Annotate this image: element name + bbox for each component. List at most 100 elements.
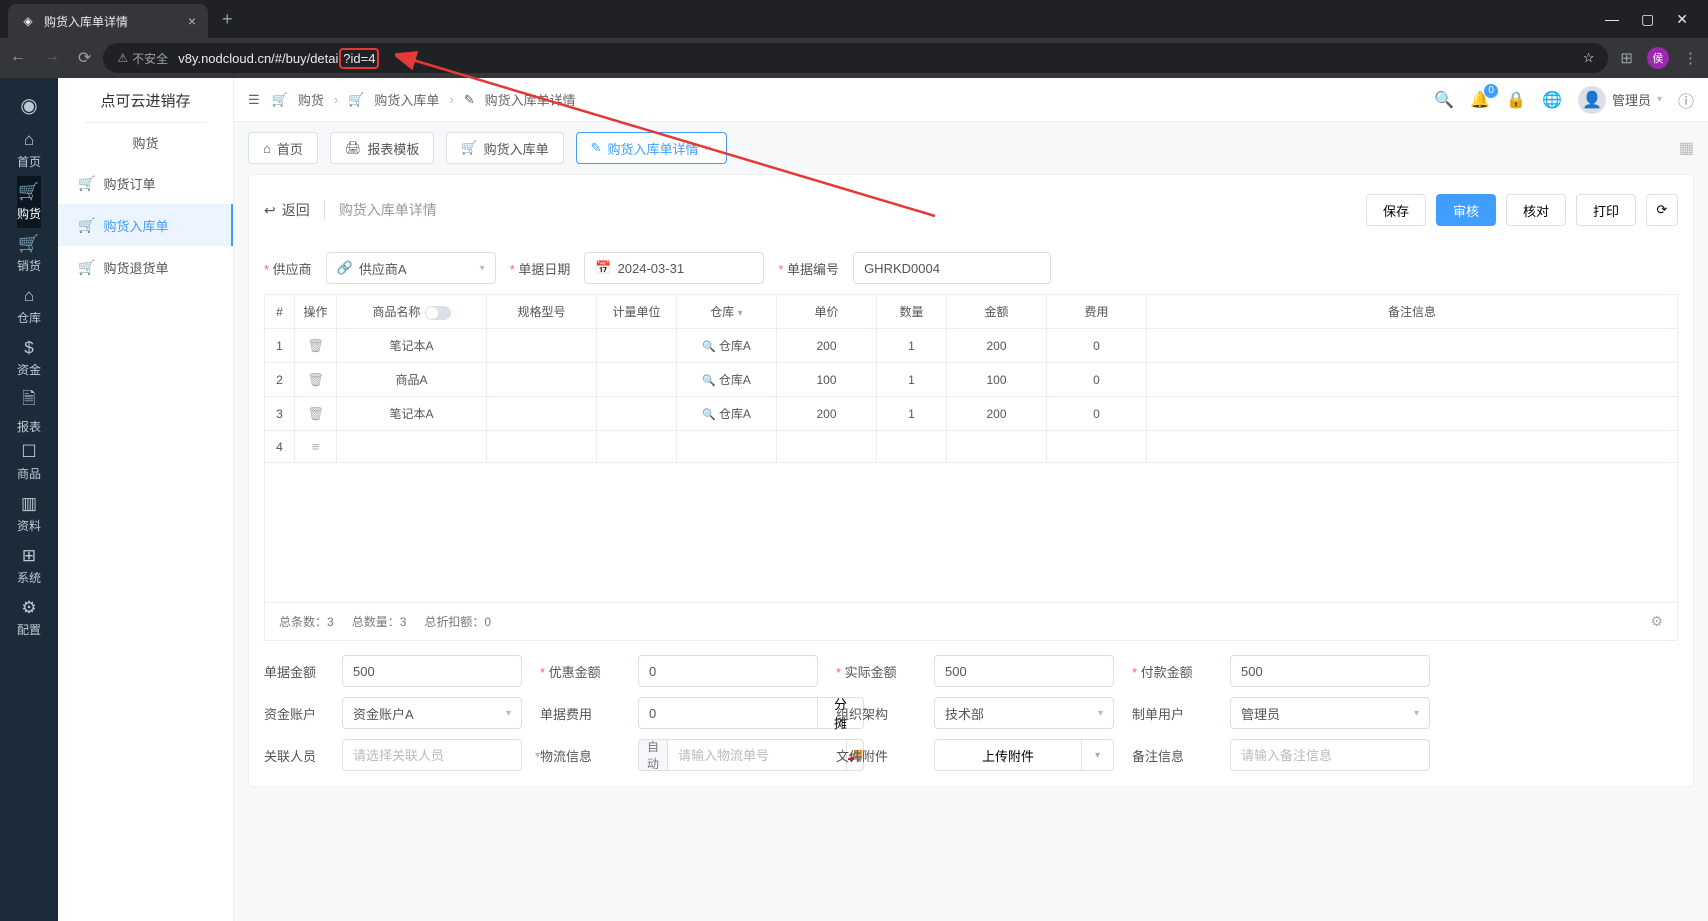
rail-item-5[interactable]: 🗎报表 xyxy=(17,384,41,436)
tab-grid-icon[interactable]: ▦ xyxy=(1679,138,1694,158)
cell-qty[interactable]: 1 xyxy=(877,329,947,363)
rail-item-3[interactable]: ⌂仓库 xyxy=(17,280,41,332)
search-icon[interactable]: 🔍 xyxy=(1434,90,1454,110)
org-select[interactable]: 技术部▾ xyxy=(934,697,1114,729)
rail-item-2[interactable]: 🛒销货 xyxy=(17,228,41,280)
cell-amount[interactable]: 200 xyxy=(947,397,1047,431)
upload-dropdown[interactable]: ▾ xyxy=(1082,739,1114,771)
upload-button[interactable]: 上传附件 xyxy=(934,739,1082,771)
tab-3[interactable]: ✎购货入库单详情× xyxy=(576,132,727,164)
warehouse-cell[interactable]: 🔍仓库A xyxy=(702,339,751,353)
new-tab-button[interactable]: + xyxy=(208,9,247,30)
tab-2[interactable]: 🛒购货入库单 xyxy=(446,132,563,164)
close-icon[interactable]: × xyxy=(705,141,712,155)
cell-unit[interactable] xyxy=(597,397,677,431)
cell-remark[interactable] xyxy=(1147,363,1678,397)
back-button[interactable]: ↩ 返回 xyxy=(264,200,310,220)
side-item-2[interactable]: 🛒购货退货单 xyxy=(58,246,233,288)
close-window-icon[interactable]: ✕ xyxy=(1676,11,1688,28)
rail-item-0[interactable]: ⌂首页 xyxy=(17,124,41,176)
user-menu[interactable]: 👤 管理员 ▾ xyxy=(1578,86,1662,114)
crumb-level1[interactable]: 购货 xyxy=(298,90,324,109)
extensions-icon[interactable]: ⊞ xyxy=(1620,49,1633,67)
lock-icon[interactable]: 🔒 xyxy=(1506,90,1526,110)
tab-0[interactable]: ⌂首页 xyxy=(248,132,318,164)
cell-remark[interactable] xyxy=(1147,431,1678,463)
browser-tab[interactable]: ◈ 购货入库单详情 × xyxy=(8,4,208,38)
cell-unit[interactable] xyxy=(597,431,677,463)
gear-icon[interactable]: ⚙ xyxy=(1650,613,1663,630)
cell-unit[interactable] xyxy=(597,363,677,397)
upload-attachment[interactable]: 上传附件 ▾ xyxy=(934,739,1114,771)
profile-avatar[interactable]: 侯 xyxy=(1647,47,1669,69)
cell-amount[interactable]: 200 xyxy=(947,329,1047,363)
logistics-input[interactable]: 自动 🚚 xyxy=(638,739,818,771)
address-bar[interactable]: ⚠ 不安全 v8y.nodcloud.cn/#/buy/detail?id=4 … xyxy=(103,43,1608,73)
cell-name[interactable]: 笔记本A xyxy=(337,329,487,363)
notifications-button[interactable]: 🔔0 xyxy=(1470,90,1490,110)
check-button[interactable]: 核对 xyxy=(1506,194,1566,226)
side-item-0[interactable]: 🛒购货订单 xyxy=(58,162,233,204)
refresh-button[interactable]: ⟳ xyxy=(1646,194,1678,226)
reload-icon[interactable]: ⟳ xyxy=(78,48,91,68)
fee-input[interactable]: ✎ xyxy=(638,697,818,729)
back-icon[interactable]: ← xyxy=(10,48,26,68)
cell-amount[interactable] xyxy=(947,431,1047,463)
warehouse-cell[interactable]: 🔍仓库A xyxy=(702,373,751,387)
rail-item-9[interactable]: ⚙配置 xyxy=(17,592,41,644)
menu-icon[interactable]: ⋮ xyxy=(1683,49,1698,67)
cell-price[interactable]: 100 xyxy=(777,363,877,397)
supplier-select[interactable]: 🔗 供应商A ▾ xyxy=(326,252,496,284)
col-warehouse[interactable]: 仓库 ▾ xyxy=(677,295,777,329)
cell-spec[interactable] xyxy=(487,363,597,397)
cell-price[interactable]: 200 xyxy=(777,397,877,431)
rail-item-6[interactable]: ☐商品 xyxy=(17,436,41,488)
drag-icon[interactable]: ≡ xyxy=(312,439,320,454)
audit-button[interactable]: 审核 xyxy=(1436,194,1496,226)
cell-name[interactable] xyxy=(337,431,487,463)
cell-spec[interactable] xyxy=(487,329,597,363)
actual-input[interactable] xyxy=(934,655,1114,687)
cell-remark[interactable] xyxy=(1147,329,1678,363)
cell-fee[interactable]: 0 xyxy=(1047,329,1147,363)
cell-fee[interactable]: 0 xyxy=(1047,363,1147,397)
cell-amount[interactable]: 100 xyxy=(947,363,1047,397)
maximize-icon[interactable]: ▢ xyxy=(1641,11,1654,28)
print-button[interactable]: 打印 xyxy=(1576,194,1636,226)
cell-fee[interactable] xyxy=(1047,431,1147,463)
minimize-icon[interactable]: — xyxy=(1605,11,1619,28)
discount-input[interactable] xyxy=(638,655,818,687)
rail-item-1[interactable]: 🛒购货 xyxy=(17,176,41,228)
app-logo-icon[interactable]: ◉ xyxy=(20,86,37,124)
warehouse-cell[interactable]: 🔍仓库A xyxy=(702,407,751,421)
cell-spec[interactable] xyxy=(487,397,597,431)
rail-item-4[interactable]: $资金 xyxy=(17,332,41,384)
date-input[interactable]: 📅 2024-03-31 xyxy=(584,252,764,284)
crumb-level2[interactable]: 购货入库单 xyxy=(374,90,439,109)
cell-name[interactable]: 笔记本A xyxy=(337,397,487,431)
collapse-icon[interactable]: ☰ xyxy=(248,92,260,108)
cell-qty[interactable]: 1 xyxy=(877,363,947,397)
related-select[interactable]: ▾ xyxy=(342,739,522,771)
save-button[interactable]: 保存 xyxy=(1366,194,1426,226)
docno-input[interactable] xyxy=(853,252,1051,284)
cell-fee[interactable]: 0 xyxy=(1047,397,1147,431)
name-toggle[interactable] xyxy=(425,306,451,320)
close-icon[interactable]: × xyxy=(188,13,196,29)
side-item-1[interactable]: 🛒购货入库单 xyxy=(58,204,233,246)
amount-input[interactable] xyxy=(342,655,522,687)
trash-icon[interactable]: 🗑 xyxy=(307,338,324,353)
cell-remark[interactable] xyxy=(1147,397,1678,431)
trash-icon[interactable]: 🗑 xyxy=(307,406,324,421)
remark-input[interactable] xyxy=(1230,739,1430,771)
forward-icon[interactable]: → xyxy=(44,48,60,68)
cell-qty[interactable] xyxy=(877,431,947,463)
pay-input[interactable] xyxy=(1230,655,1430,687)
rail-item-7[interactable]: ▥资料 xyxy=(17,488,41,540)
trash-icon[interactable]: 🗑 xyxy=(307,372,324,387)
cell-price[interactable]: 200 xyxy=(777,329,877,363)
star-icon[interactable]: ☆ xyxy=(1583,50,1595,66)
rail-item-8[interactable]: ⊞系统 xyxy=(17,540,41,592)
tab-1[interactable]: 🖨报表模板 xyxy=(330,132,435,164)
globe-icon[interactable]: 🌐 xyxy=(1542,90,1562,110)
